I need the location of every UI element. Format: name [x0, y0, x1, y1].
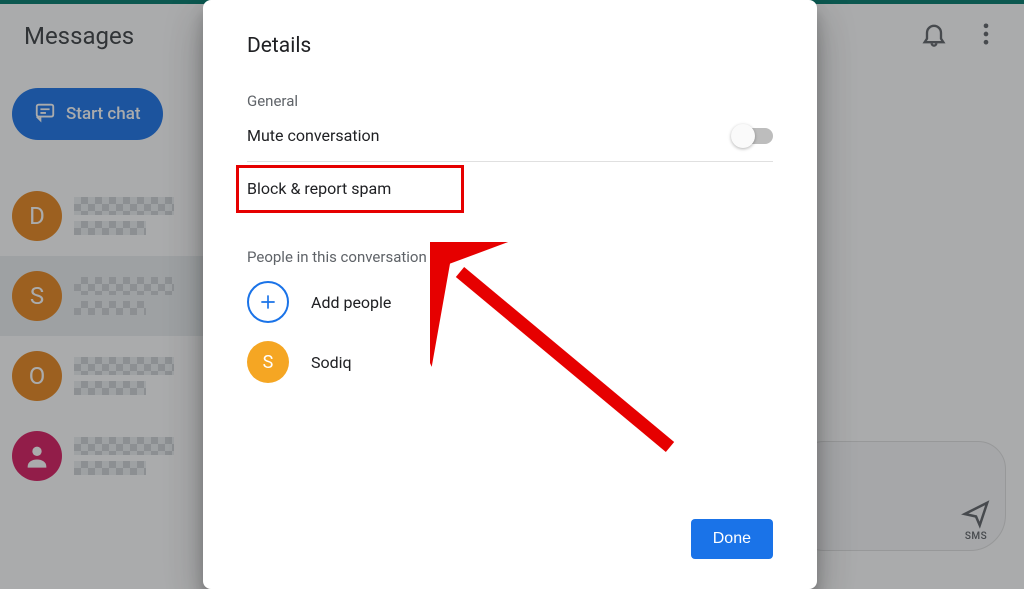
chat-list-item[interactable]: D [0, 176, 204, 256]
sidebar: Start chat D S O [0, 72, 205, 585]
section-header-people: People in this conversation [247, 248, 773, 266]
chat-list-item[interactable]: O [0, 336, 204, 416]
details-dialog: Details General Mute conversation Block … [203, 0, 817, 589]
more-icon[interactable] [972, 20, 1000, 52]
notifications-icon[interactable] [920, 20, 948, 52]
person-icon [12, 431, 62, 481]
start-chat-button[interactable]: Start chat [12, 88, 163, 140]
send-icon [961, 499, 991, 533]
avatar: O [12, 351, 62, 401]
avatar: S [12, 271, 62, 321]
section-header-general: General [247, 92, 773, 110]
person-name: Sodiq [311, 353, 352, 372]
person-row[interactable]: S Sodiq [247, 332, 773, 392]
mute-toggle[interactable] [733, 128, 773, 144]
block-label: Block & report spam [247, 179, 391, 198]
send-sms-label: SMS [965, 531, 987, 542]
mute-conversation-row[interactable]: Mute conversation [247, 110, 773, 162]
start-chat-label: Start chat [66, 104, 141, 124]
dialog-title: Details [247, 34, 773, 58]
chat-icon [34, 101, 56, 128]
mute-label: Mute conversation [247, 126, 379, 145]
chat-list-item[interactable]: S [0, 256, 204, 336]
app-title: Messages [24, 22, 134, 50]
plus-icon [247, 281, 289, 323]
chat-list-item[interactable] [0, 416, 204, 496]
block-report-spam-row[interactable]: Block & report spam [247, 162, 773, 214]
compose-box[interactable]: SMS [796, 441, 1006, 551]
add-people-row[interactable]: Add people [247, 272, 773, 332]
done-button[interactable]: Done [691, 519, 773, 559]
avatar: D [12, 191, 62, 241]
avatar: S [247, 341, 289, 383]
add-people-label: Add people [311, 293, 391, 312]
send-sms-button[interactable]: SMS [961, 499, 991, 542]
